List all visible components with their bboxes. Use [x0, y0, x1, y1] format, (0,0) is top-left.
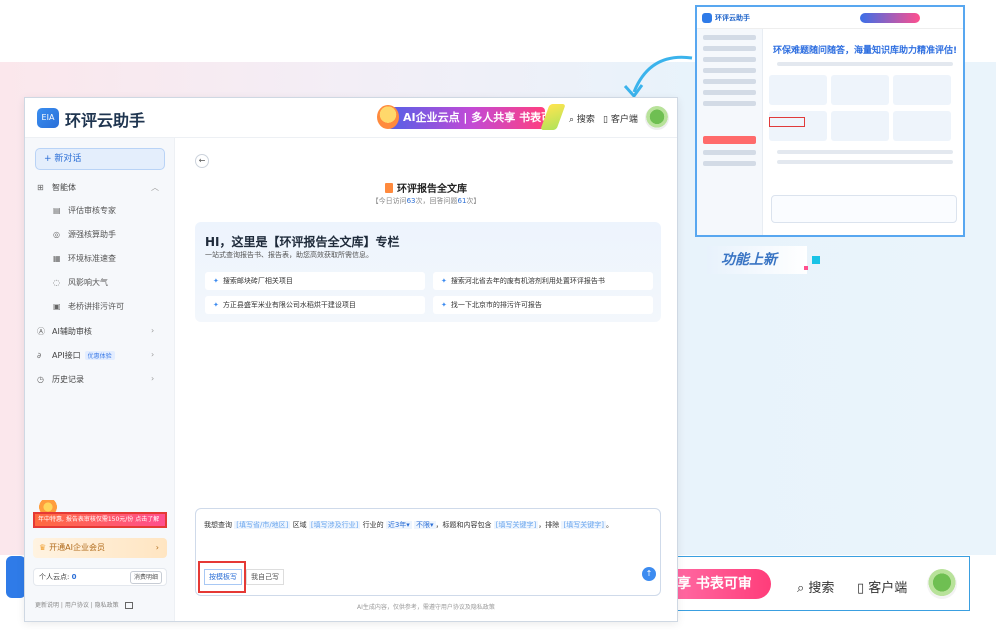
feature-preview-thumbnail: 环评云助手 环保难题随问随答，海量知识库助力精准评估! — [695, 5, 965, 237]
clock-icon: ◷ — [37, 375, 44, 384]
sidebar-item-agent-3[interactable]: ◌ 风影响大气 — [53, 277, 108, 288]
sidebar-item-agent-4[interactable]: ▣ 老桥讲排污许可 — [53, 301, 124, 312]
suggested-question[interactable]: ✦ 搜索邮块砖厂相关项目 — [205, 272, 425, 290]
user-avatar[interactable] — [645, 106, 669, 130]
client-button[interactable]: ▯ 客户端 — [603, 112, 638, 125]
intro-card: HI，这里是【环评报告全文库】专栏 一站式查询报告书、报告表，助您高效获取所需信… — [195, 222, 661, 322]
mascot-icon — [377, 105, 399, 129]
intro-heading: HI，这里是【环评报告全文库】专栏 — [205, 235, 400, 249]
api-badge: 优惠体验 — [84, 351, 115, 360]
keyword-slot[interactable]: [填写关键字] — [493, 521, 539, 529]
sale-banner[interactable]: 年中特惠, 报告表审核仅需150元/份 点击了解 — [33, 512, 167, 528]
query-input-box[interactable]: 我想查询 [填写省/市/地区] 区域 [填写涉及行业] 行业的 近3年▾ 不限▾… — [195, 508, 661, 596]
suggested-question[interactable]: ✦ 方正县盛军米业有限公司水稻烘干建设项目 — [205, 296, 425, 314]
disclaimer: AI生成内容，仅供参考，需遵守用户协议及隐私政策 — [357, 604, 495, 611]
tab-template-write[interactable]: 按模板写 — [204, 569, 242, 585]
sidebar-item-agent-1[interactable]: ◎ 源强核算助手 — [53, 229, 116, 240]
sidebar: + 新对话 ⊞ 智能体 ︿ ▤ 评估审核专家 ◎ 源强核算助手 ▦ 环境标准速查 ◌ 风影… — [25, 138, 175, 621]
send-button[interactable]: ↑ — [642, 567, 656, 581]
grid-icon: ⊞ — [37, 183, 44, 192]
collapse-sidebar-icon[interactable] — [124, 602, 133, 609]
back-button[interactable]: ← — [195, 154, 209, 168]
device-icon: ▯ — [603, 115, 608, 125]
exclude-slot[interactable]: [填写关键字] — [561, 521, 606, 529]
chevron-right-icon[interactable]: › — [151, 326, 154, 335]
duplicate-client: ▯ 客户端 — [857, 581, 908, 596]
suggested-question[interactable]: ✦ 搜索河北省去年的废有机溶剂利用处置环评报告书 — [433, 272, 653, 290]
ai-icon: Ⓐ — [37, 327, 45, 336]
sidebar-item-api[interactable]: ∂ API接口 优惠体验 — [37, 350, 115, 361]
sparkle-icon: ✦ — [213, 301, 219, 309]
sidebar-item-ai-review[interactable]: Ⓐ AI辅助审核 — [37, 326, 92, 337]
duplicate-avatar — [927, 569, 957, 599]
app-title: 环评云助手 — [65, 111, 146, 130]
chevron-right-icon[interactable]: › — [151, 374, 154, 383]
crown-icon: ♛ — [39, 543, 47, 552]
duplicate-header-strip: 享 书表可审 ⌕ 搜索 ▯ 客户端 — [660, 556, 970, 611]
promo-text: AI企业云点 | 多人共享 书表可审 — [403, 111, 564, 124]
library-title: 环评报告全文库 — [175, 180, 677, 195]
search-icon: ⌕ — [569, 115, 575, 125]
region-slot[interactable]: [填写省/市/地区] — [234, 521, 291, 529]
library-stats: 【今日访问63次，回答问题61次】 — [371, 197, 481, 205]
time-select[interactable]: 近3年▾ — [385, 521, 412, 529]
sparkle-icon: ✦ — [213, 277, 219, 285]
sidebar-item-history[interactable]: ◷ 历史记录 — [37, 374, 84, 385]
points-detail-button[interactable]: 消费明细 — [129, 571, 162, 584]
industry-slot[interactable]: [填写涉及行业] — [308, 521, 361, 529]
points-panel: 个人云点: 0 消费明细 — [33, 568, 167, 586]
doc-icon: ▤ — [53, 206, 61, 215]
wind-icon: ◌ — [53, 278, 60, 287]
decor-square-small — [804, 266, 808, 270]
tab-self-write[interactable]: 我自己写 — [246, 569, 284, 585]
app-header: EIA 环评云助手 AI企业云点 | 多人共享 书表可审 ⌕ 搜索 ▯ 客户端 — [25, 98, 677, 138]
main-panel: ← 环评报告全文库 【今日访问63次，回答问题61次】 HI，这里是【环评报告全… — [175, 138, 677, 621]
link-icon: ∂ — [37, 351, 42, 360]
feature-new-label: 功能上新 — [707, 246, 807, 274]
sparkle-icon: ✦ — [441, 277, 447, 285]
arrow-up-icon: ↑ — [645, 569, 653, 578]
decor-square — [812, 256, 820, 264]
table-icon: ▦ — [53, 254, 61, 263]
sidebar-item-agent-0[interactable]: ▤ 评估审核专家 — [53, 205, 116, 216]
sparkle-icon: ✦ — [441, 301, 447, 309]
suggested-question[interactable]: ✦ 找一下北京市的排污许可报告 — [433, 296, 653, 314]
member-button[interactable]: ♛ 开通AI企业会员 › — [33, 538, 167, 558]
duplicate-search: ⌕ 搜索 — [797, 581, 835, 596]
new-chat-button[interactable]: + 新对话 — [35, 148, 165, 170]
duplicate-logo-fragment — [6, 556, 26, 598]
sidebar-item-agents[interactable]: ⊞ 智能体 — [37, 182, 76, 193]
search-button[interactable]: ⌕ 搜索 — [569, 112, 595, 125]
app-window: EIA 环评云助手 AI企业云点 | 多人共享 书表可审 ⌕ 搜索 ▯ 客户端 … — [24, 97, 678, 622]
license-icon: ▣ — [53, 302, 61, 311]
app-logo-icon: EIA — [37, 108, 59, 128]
query-template[interactable]: 我想查询 [填写省/市/地区] 区域 [填写涉及行业] 行业的 近3年▾ 不限▾… — [204, 517, 654, 533]
chevron-up-icon[interactable]: ︿ — [151, 182, 159, 193]
limit-select[interactable]: 不限▾ — [414, 521, 436, 529]
chevron-right-icon[interactable]: › — [151, 350, 154, 359]
sidebar-footer-links[interactable]: 更新说明 | 用户协议 | 隐私政策 — [35, 600, 133, 609]
sidebar-item-agent-2[interactable]: ▦ 环境标准速查 — [53, 253, 116, 264]
target-icon: ◎ — [53, 230, 60, 239]
document-icon — [385, 183, 393, 193]
promo-banner[interactable]: AI企业云点 | 多人共享 书表可审 — [377, 105, 563, 129]
points-value: 0 — [71, 573, 77, 581]
intro-subtitle: 一站式查询报告书、报告表，助您高效获取所需信息。 — [205, 251, 373, 259]
